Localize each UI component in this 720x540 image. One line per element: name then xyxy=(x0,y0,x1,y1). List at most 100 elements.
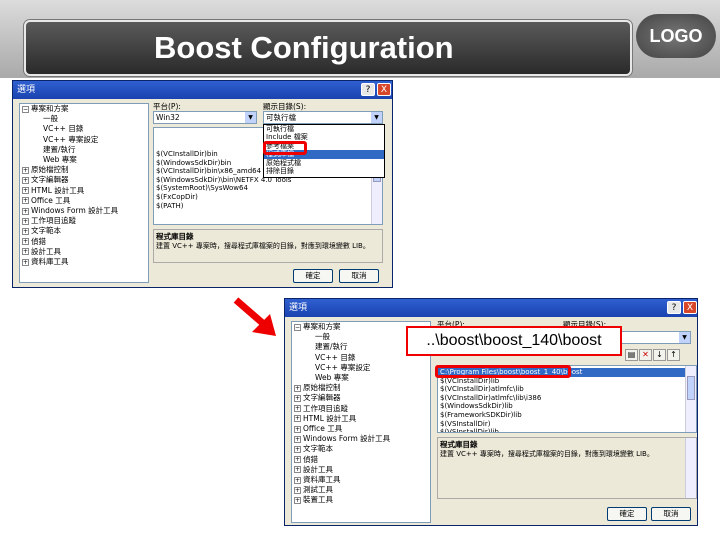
tree-item[interactable]: + 裝置工具 xyxy=(292,495,430,505)
expand-icon[interactable]: + xyxy=(294,384,301,392)
showdirs-select[interactable]: ▼ xyxy=(621,331,691,344)
list-item[interactable]: $(VCInstallDir)atlmfc\lib xyxy=(438,385,696,394)
chevron-down-icon: ▼ xyxy=(245,112,256,123)
tree-item[interactable]: + 工作項目追蹤 xyxy=(20,216,148,226)
move-down-icon[interactable]: ↓ xyxy=(653,349,666,361)
description-title: 程式庫目錄 xyxy=(156,232,194,241)
list-item[interactable]: $(VCInstallDir)atlmfc\lib\i386 xyxy=(438,394,696,403)
tree-item[interactable]: Web 專案 xyxy=(20,155,148,165)
move-up-icon[interactable]: ↑ xyxy=(667,349,680,361)
tree-item[interactable]: + Office 工具 xyxy=(20,196,148,206)
tree-item[interactable]: 建置/執行 xyxy=(20,145,148,155)
close-button[interactable]: X xyxy=(377,83,391,96)
list-item[interactable]: $(SystemRoot)\SysWow64 xyxy=(154,184,382,193)
list-item[interactable]: $(PATH) xyxy=(154,202,382,211)
tree-item-label: 一般 xyxy=(43,114,58,124)
ok-button[interactable]: 確定 xyxy=(607,507,647,521)
tree-item[interactable]: + HTML 設計工具 xyxy=(292,414,430,424)
help-button[interactable]: ? xyxy=(361,83,375,96)
tree-item[interactable]: Web 專案 xyxy=(292,373,430,383)
tree-item[interactable]: + 測試工具 xyxy=(292,485,430,495)
expand-icon[interactable]: + xyxy=(294,405,301,413)
tree-leaf-icon xyxy=(34,156,41,164)
list-item[interactable]: $(FrameworkSDKDir)lib xyxy=(438,411,696,420)
expand-icon[interactable]: + xyxy=(22,176,29,184)
expand-icon[interactable]: + xyxy=(22,166,29,174)
expand-icon[interactable]: + xyxy=(294,394,301,402)
expand-icon[interactable]: + xyxy=(22,187,29,195)
expand-icon[interactable]: + xyxy=(22,207,29,215)
tree-item-label: 工作項目追蹤 xyxy=(31,216,76,226)
delete-icon[interactable]: ✕ xyxy=(639,349,652,361)
tree-item-label: VC++ 專案設定 xyxy=(43,134,99,144)
expand-icon[interactable]: + xyxy=(294,486,301,494)
tree-item[interactable]: VC++ 目錄 xyxy=(20,124,148,134)
cancel-button[interactable]: 取消 xyxy=(339,269,379,283)
tree-item[interactable]: + Windows Form 設計工具 xyxy=(292,434,430,444)
options-tree[interactable]: − 專案和方案 一般 VC++ 目錄 VC++ 專案設定 建置/執行 Web 專案 + 原始檔控… xyxy=(19,103,149,283)
tree-item[interactable]: + 設計工具 xyxy=(292,465,430,475)
close-button[interactable]: X xyxy=(683,301,697,314)
tree-item[interactable]: + HTML 設計工具 xyxy=(20,186,148,196)
expand-icon[interactable]: + xyxy=(294,476,301,484)
tree-item[interactable]: − 專案和方案 xyxy=(20,104,148,114)
list-item[interactable]: $(FxCopDir) xyxy=(154,193,382,202)
tree-item-label: 測試工具 xyxy=(303,485,333,495)
cancel-button[interactable]: 取消 xyxy=(651,507,691,521)
tree-item[interactable]: + 設計工具 xyxy=(20,247,148,257)
tree-item[interactable]: + 工作項目追蹤 xyxy=(292,404,430,414)
list-item[interactable]: $(VSInstallDir) xyxy=(438,420,696,429)
tree-item[interactable]: + 偵錯 xyxy=(292,455,430,465)
tree-item[interactable]: 一般 xyxy=(20,114,148,124)
tree-item-label: 專案和方案 xyxy=(303,322,341,331)
tree-item[interactable]: + 文字編輯器 xyxy=(20,175,148,185)
expand-icon[interactable]: + xyxy=(22,217,29,225)
expand-icon[interactable]: + xyxy=(294,425,301,433)
tree-item[interactable]: + 文字編輯器 xyxy=(292,393,430,403)
platform-select[interactable]: Win32 ▼ xyxy=(153,111,257,124)
help-button[interactable]: ? xyxy=(667,301,681,314)
list-item[interactable]: $(VSInstallDir)lib xyxy=(438,428,696,432)
tree-item[interactable]: + Office 工具 xyxy=(292,424,430,434)
tree-item-label: 偵錯 xyxy=(31,236,46,246)
dropdown-option[interactable]: 原始程式檔 xyxy=(264,159,384,167)
collapse-icon[interactable]: − xyxy=(294,323,301,331)
tree-item[interactable]: + 資料庫工具 xyxy=(20,257,148,267)
tree-item[interactable]: + 原始檔控制 xyxy=(20,165,148,175)
vertical-scrollbar[interactable] xyxy=(685,438,696,498)
folder-icon[interactable]: ▤ xyxy=(625,349,638,361)
dialog1-titlebar: 選項 xyxy=(13,81,392,99)
list-item[interactable]: $(WindowsSdkDir)lib xyxy=(438,402,696,411)
collapse-icon[interactable]: − xyxy=(22,105,29,113)
expand-icon[interactable]: + xyxy=(294,466,301,474)
tree-item-label: Windows Form 設計工具 xyxy=(31,206,119,216)
tree-item[interactable]: + 偵錯 xyxy=(20,237,148,247)
scroll-thumb[interactable] xyxy=(687,376,695,400)
tree-leaf-icon xyxy=(306,354,313,362)
showdirs-select[interactable]: 可執行檔 ▼ xyxy=(263,111,383,124)
tree-item[interactable]: + 資料庫工具 xyxy=(292,475,430,485)
tree-item[interactable]: + Windows Form 設計工具 xyxy=(20,206,148,216)
expand-icon[interactable]: + xyxy=(22,227,29,235)
expand-icon[interactable]: + xyxy=(22,248,29,256)
dropdown-option[interactable]: 排除目錄 xyxy=(264,167,384,175)
tree-item-label: 原始檔控制 xyxy=(303,383,341,393)
expand-icon[interactable]: + xyxy=(294,445,301,453)
expand-icon[interactable]: + xyxy=(22,197,29,205)
tree-item[interactable]: VC++ 專案設定 xyxy=(292,363,430,373)
tree-item[interactable]: + 文字範本 xyxy=(20,226,148,236)
expand-icon[interactable]: + xyxy=(294,435,301,443)
vertical-scrollbar[interactable] xyxy=(685,366,696,432)
tree-item[interactable]: VC++ 專案設定 xyxy=(20,135,148,145)
expand-icon[interactable]: + xyxy=(22,238,29,246)
tree-item[interactable]: + 原始檔控制 xyxy=(292,383,430,393)
options-dialog-1: 選項 ? X − 專案和方案 一般 VC++ 目錄 VC++ 專案設定 建置/執行 Web … xyxy=(12,80,393,288)
tree-item[interactable]: + 文字範本 xyxy=(292,444,430,454)
expand-icon[interactable]: + xyxy=(22,258,29,266)
expand-icon[interactable]: + xyxy=(294,496,301,504)
ok-button[interactable]: 確定 xyxy=(293,269,333,283)
expand-icon[interactable]: + xyxy=(294,415,301,423)
tree-leaf-icon xyxy=(34,125,41,133)
description-text: 建置 VC++ 專案時，搜尋程式庫檔案的目錄，對應到環境變數 LIB。 xyxy=(440,450,654,458)
expand-icon[interactable]: + xyxy=(294,456,301,464)
